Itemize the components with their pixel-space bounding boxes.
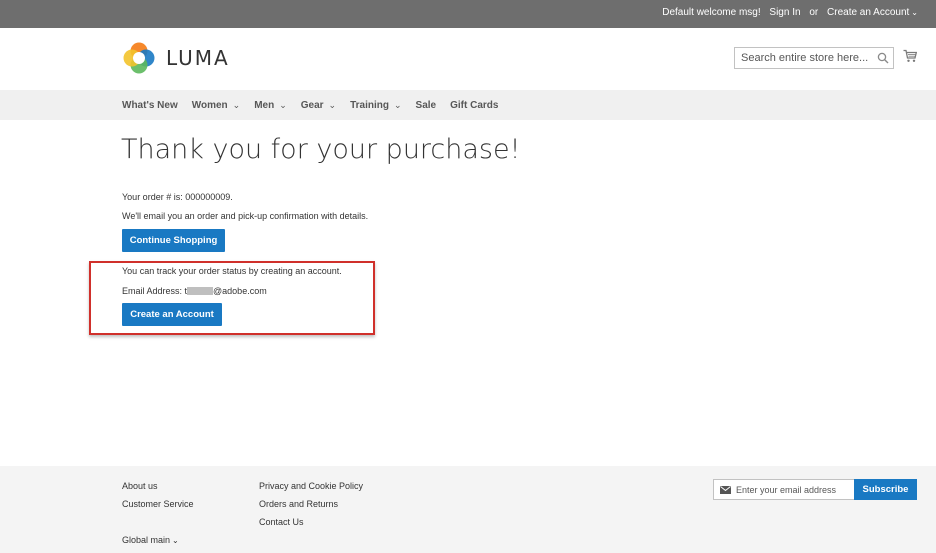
- nav-item-label: Gift Cards: [450, 99, 499, 111]
- chevron-down-icon: ⌄: [328, 99, 337, 110]
- global-menu-switcher[interactable]: Global main ⌄: [122, 535, 179, 545]
- email-label: Email Address: t: [122, 286, 188, 296]
- create-account-link-label: Create an Account: [827, 7, 910, 18]
- nav-item-women[interactable]: Women ⌄: [192, 100, 240, 111]
- email-address-text: Email Address: t @adobe.com: [122, 286, 267, 296]
- footer-link-privacy-policy[interactable]: Privacy and Cookie Policy: [259, 481, 363, 491]
- nav-item-label: Gear: [300, 99, 324, 111]
- footer-link-customer-service[interactable]: Customer Service: [122, 499, 194, 509]
- confirmation-text: We'll email you an order and pick-up con…: [122, 211, 369, 221]
- luma-logo-icon: [123, 42, 155, 74]
- chevron-down-icon: ⌄: [172, 536, 179, 545]
- nav-item-sale[interactable]: Sale: [416, 100, 437, 111]
- track-order-text: You can track your order status by creat…: [122, 266, 342, 276]
- search-box: [734, 47, 894, 69]
- page-header: LUMA: [0, 28, 936, 90]
- nav-item-label: Training: [350, 99, 389, 111]
- cart-icon[interactable]: [903, 49, 917, 63]
- footer-link-contact-us[interactable]: Contact Us: [259, 517, 304, 527]
- continue-shopping-button[interactable]: Continue Shopping: [122, 229, 225, 252]
- nav-item-label: Men: [254, 99, 275, 111]
- welcome-message: Default welcome msg!: [662, 7, 761, 18]
- order-number-text: Your order # is: 000000009.: [122, 192, 233, 202]
- subscribe-button[interactable]: Subscribe: [854, 479, 917, 500]
- mail-icon: [720, 486, 731, 494]
- main-navigation: What's New Women ⌄ Men ⌄ Gear ⌄ Training ⌄ Sale Gi…: [0, 90, 936, 120]
- footer-link-orders-returns[interactable]: Orders and Returns: [259, 499, 338, 509]
- newsletter-email-input[interactable]: [736, 480, 854, 499]
- newsletter-field: [713, 479, 855, 500]
- nav-items: What's New Women ⌄ Men ⌄ Gear ⌄ Training ⌄ Sale Gi…: [122, 90, 512, 120]
- email-domain: @adobe.com: [213, 286, 267, 296]
- nav-item-label: What's New: [122, 99, 178, 111]
- nav-item-training[interactable]: Training ⌄: [350, 100, 401, 111]
- chevron-down-icon: ⌄: [279, 99, 287, 110]
- redacted-email-part: [187, 287, 214, 295]
- nav-item-gear[interactable]: Gear ⌄: [301, 100, 336, 111]
- header-links: Default welcome msg! Sign In or Create a…: [656, 7, 918, 18]
- chevron-down-icon: ⌄: [394, 99, 402, 110]
- nav-item-label: Women: [191, 99, 228, 111]
- nav-item-what-s-new[interactable]: What's New: [122, 100, 178, 111]
- or-text: or: [809, 7, 819, 18]
- create-account-link[interactable]: Create an Account ⌄: [827, 7, 918, 18]
- chevron-down-icon: ⌄: [232, 99, 241, 110]
- global-menu-label: Global main: [122, 535, 171, 545]
- nav-item-label: Sale: [415, 99, 437, 111]
- top-bar: Default welcome msg! Sign In or Create a…: [0, 0, 936, 28]
- create-account-button[interactable]: Create an Account: [122, 303, 222, 326]
- nav-item-men[interactable]: Men ⌄: [254, 100, 287, 111]
- search-input[interactable]: [735, 48, 873, 68]
- page-footer: About us Customer Service Privacy and Co…: [0, 466, 936, 553]
- search-icon[interactable]: [877, 52, 889, 64]
- page-title: Thank you for your purchase!: [121, 134, 521, 165]
- sign-in-link[interactable]: Sign In: [769, 7, 800, 18]
- chevron-down-icon: ⌄: [911, 8, 918, 17]
- store-logo[interactable]: LUMA: [122, 41, 230, 75]
- logo-text: LUMA: [166, 46, 230, 70]
- footer-link-about-us[interactable]: About us: [122, 481, 158, 491]
- nav-item-gift-cards[interactable]: Gift Cards: [450, 100, 498, 111]
